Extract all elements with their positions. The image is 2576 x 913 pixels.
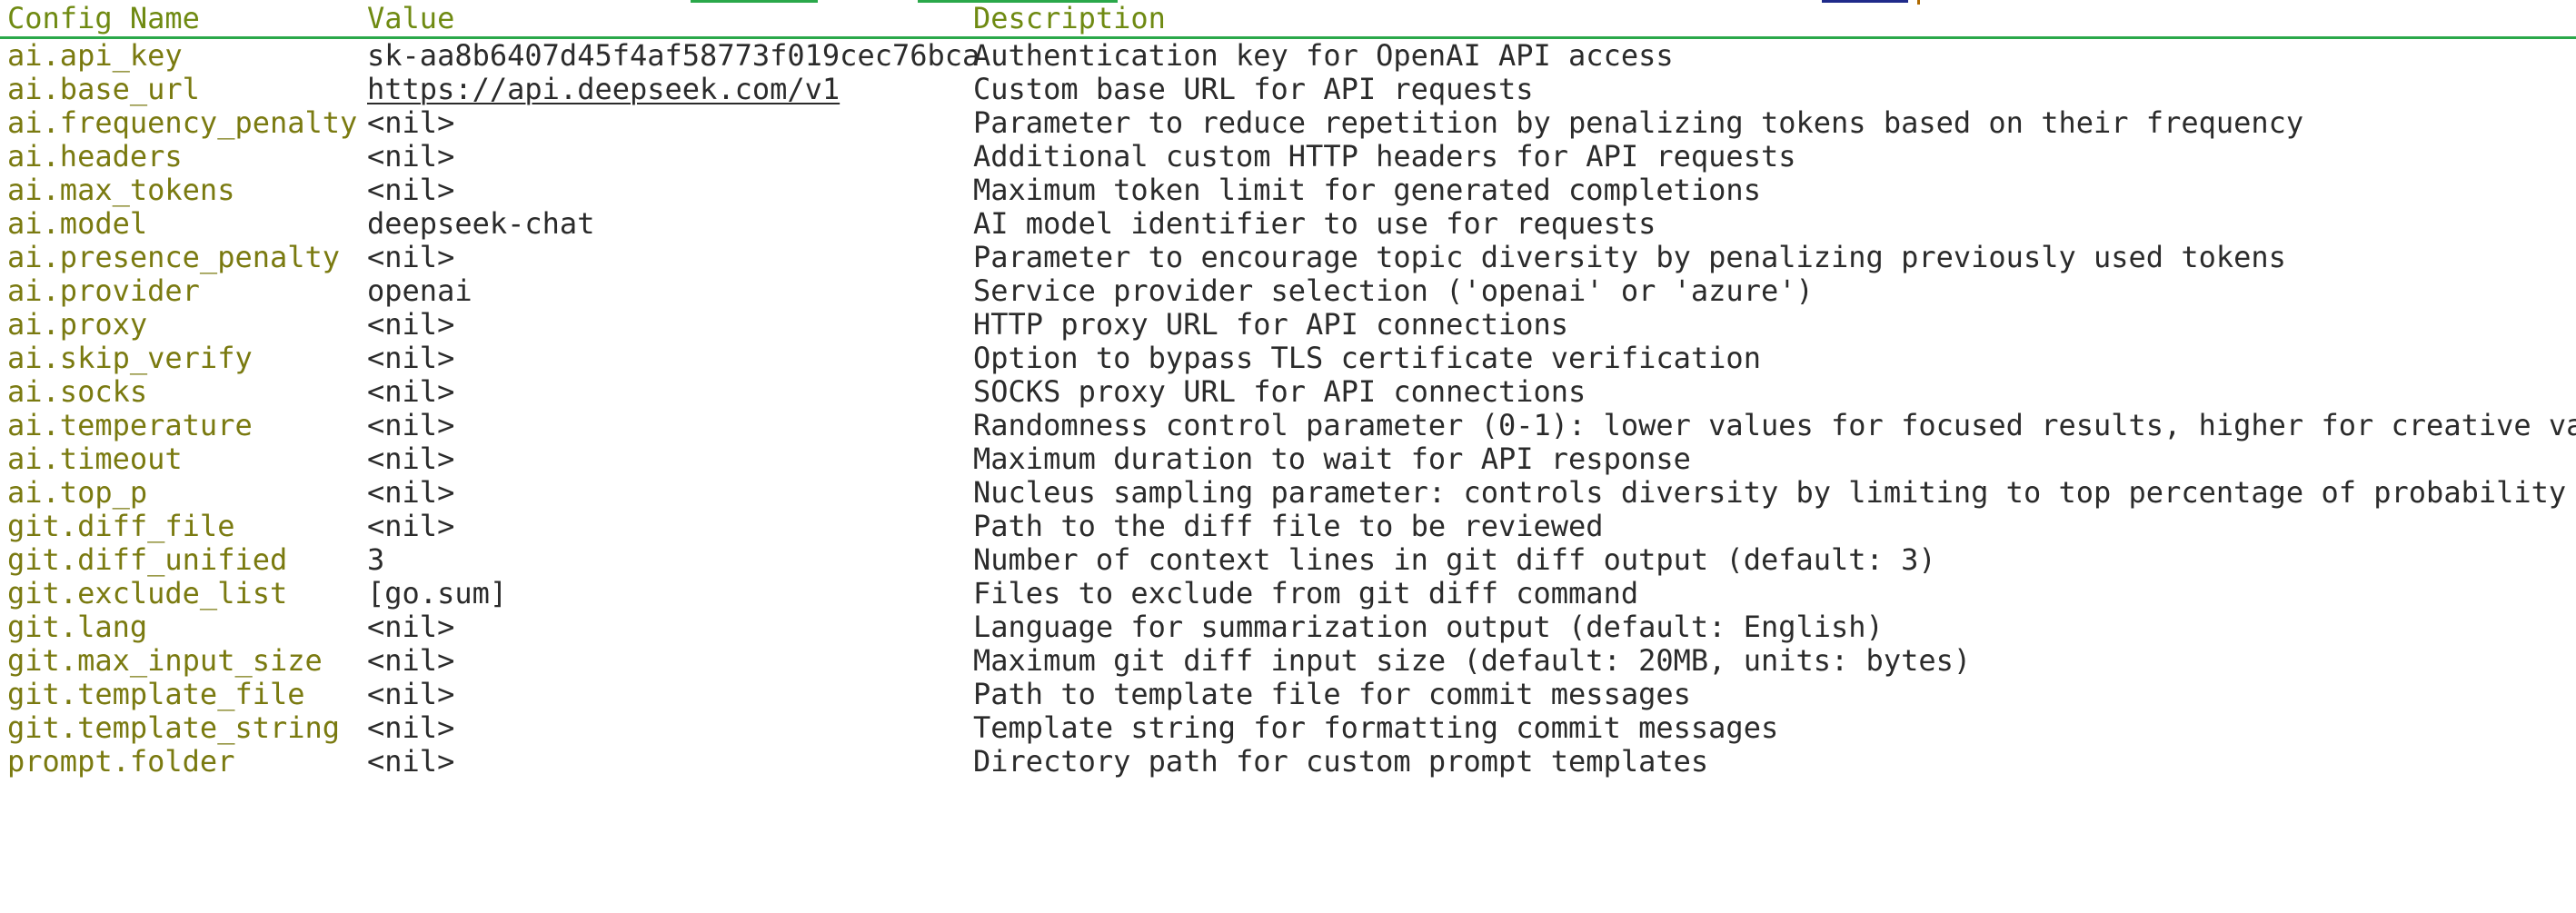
- config-value-cell: [go.sum]: [367, 576, 508, 610]
- config-name-cell: ai.model: [7, 206, 148, 241]
- config-description-cell: Number of context lines in git diff outp…: [973, 542, 1936, 577]
- config-name-cell: ai.top_p: [7, 475, 148, 510]
- header-config-name: Config Name: [7, 1, 200, 35]
- table-row: git.exclude_list [go.sum] Files to exclu…: [0, 577, 2576, 610]
- config-name-cell: git.template_string: [7, 710, 341, 745]
- config-value-cell: deepseek-chat: [367, 206, 595, 241]
- table-row: ai.timeout <nil> Maximum duration to wai…: [0, 442, 2576, 476]
- base-url-link[interactable]: https://api.deepseek.com/v1: [367, 73, 840, 106]
- table-row: git.template_string <nil> Template strin…: [0, 711, 2576, 745]
- table-row: ai.top_p <nil> Nucleus sampling paramete…: [0, 476, 2576, 510]
- config-name-cell: git.lang: [7, 610, 148, 644]
- config-description-cell: AI model identifier to use for requests: [973, 206, 1656, 241]
- table-row: git.diff_file <nil> Path to the diff fil…: [0, 510, 2576, 543]
- config-description-cell: Language for summarization output (defau…: [973, 610, 1884, 644]
- config-value-cell: <nil>: [367, 710, 455, 745]
- config-name-cell: ai.base_url: [7, 72, 200, 106]
- config-table: Config Name Value Description ai.api_key…: [0, 0, 2576, 779]
- header-description: Description: [973, 1, 1166, 35]
- config-value-cell: <nil>: [367, 509, 455, 543]
- config-description-cell: Path to template file for commit message…: [973, 677, 1691, 711]
- config-name-cell: ai.max_tokens: [7, 173, 235, 207]
- config-value-cell: <nil>: [367, 307, 455, 342]
- config-description-cell: Parameter to reduce repetition by penali…: [973, 105, 2304, 140]
- table-row: ai.frequency_penalty <nil> Parameter to …: [0, 106, 2576, 140]
- config-name-cell: ai.api_key: [7, 38, 183, 73]
- config-name-cell: ai.presence_penalty: [7, 240, 341, 274]
- config-name-cell: ai.frequency_penalty: [7, 105, 358, 140]
- config-description-cell: Directory path for custom prompt templat…: [973, 744, 1709, 779]
- table-row: ai.presence_penalty <nil> Parameter to e…: [0, 241, 2576, 274]
- config-name-cell: git.diff_unified: [7, 542, 288, 577]
- config-name-cell: prompt.folder: [7, 744, 235, 779]
- table-row: ai.proxy <nil> HTTP proxy URL for API co…: [0, 308, 2576, 342]
- config-description-cell: Maximum token limit for generated comple…: [973, 173, 1761, 207]
- table-row: git.template_file <nil> Path to template…: [0, 678, 2576, 711]
- config-description-cell: Path to the diff file to be reviewed: [973, 509, 1604, 543]
- config-description-cell: Nucleus sampling parameter: controls div…: [973, 475, 2576, 510]
- config-description-cell: Parameter to encourage topic diversity b…: [973, 240, 2286, 274]
- config-value-cell: <nil>: [367, 408, 455, 442]
- config-value-cell: <nil>: [367, 139, 455, 174]
- config-description-cell: Additional custom HTTP headers for API r…: [973, 139, 1796, 174]
- config-description-cell: Randomness control parameter (0-1): lowe…: [973, 408, 2576, 442]
- config-value-cell: <nil>: [367, 744, 455, 779]
- config-value-cell: <nil>: [367, 643, 455, 678]
- config-name-cell: git.exclude_list: [7, 576, 288, 610]
- config-name-cell: ai.provider: [7, 273, 200, 308]
- config-description-cell: Authentication key for OpenAI API access: [973, 38, 1674, 73]
- config-value-cell: 3: [367, 542, 385, 577]
- config-value-cell: <nil>: [367, 475, 455, 510]
- config-value-cell: <nil>: [367, 610, 455, 644]
- table-row: ai.provider openai Service provider sele…: [0, 274, 2576, 308]
- table-row: git.max_input_size <nil> Maximum git dif…: [0, 644, 2576, 678]
- table-row: ai.headers <nil> Additional custom HTTP …: [0, 140, 2576, 174]
- table-row: ai.skip_verify <nil> Option to bypass TL…: [0, 342, 2576, 375]
- table-row: ai.socks <nil> SOCKS proxy URL for API c…: [0, 375, 2576, 409]
- config-name-cell: git.max_input_size: [7, 643, 323, 678]
- table-row: git.lang <nil> Language for summarizatio…: [0, 610, 2576, 644]
- config-value-cell: <nil>: [367, 341, 455, 375]
- config-description-cell: Maximum duration to wait for API respons…: [973, 442, 1691, 476]
- table-row: ai.api_key sk-aa8b6407d45f4af58773f019ce…: [0, 39, 2576, 73]
- config-description-cell: Service provider selection ('openai' or …: [973, 273, 1814, 308]
- table-row: ai.temperature <nil> Randomness control …: [0, 409, 2576, 442]
- config-value-cell: <nil>: [367, 677, 455, 711]
- config-description-cell: Custom base URL for API requests: [973, 72, 1534, 106]
- table-row: ai.model deepseek-chat AI model identifi…: [0, 207, 2576, 241]
- config-name-cell: git.diff_file: [7, 509, 235, 543]
- config-name-cell: ai.socks: [7, 374, 148, 409]
- config-value-cell: <nil>: [367, 240, 455, 274]
- config-value-cell: openai: [367, 273, 472, 308]
- config-description-cell: Maximum git diff input size (default: 20…: [973, 643, 1972, 678]
- header-value: Value: [367, 1, 455, 35]
- config-description-cell: HTTP proxy URL for API connections: [973, 307, 1569, 342]
- config-description-cell: Files to exclude from git diff command: [973, 576, 1639, 610]
- config-name-cell: ai.temperature: [7, 408, 253, 442]
- config-description-cell: SOCKS proxy URL for API connections: [973, 374, 1586, 409]
- config-value-cell: <nil>: [367, 374, 455, 409]
- config-value-cell: <nil>: [367, 105, 455, 140]
- config-value-cell: <nil>: [367, 442, 455, 476]
- config-name-cell: git.template_file: [7, 677, 305, 711]
- config-name-cell: ai.timeout: [7, 442, 183, 476]
- config-name-cell: ai.headers: [7, 139, 183, 174]
- table-row: git.diff_unified 3 Number of context lin…: [0, 543, 2576, 577]
- table-row: ai.base_url https://api.deepseek.com/v1 …: [0, 73, 2576, 106]
- table-header: Config Name Value Description: [0, 0, 2576, 39]
- config-value-cell: sk-aa8b6407d45f4af58773f019cec76bca: [367, 38, 980, 73]
- table-row: prompt.folder <nil> Directory path for c…: [0, 745, 2576, 779]
- config-name-cell: ai.proxy: [7, 307, 148, 342]
- config-name-cell: ai.skip_verify: [7, 341, 253, 375]
- config-description-cell: Template string for formatting commit me…: [973, 710, 1779, 745]
- config-description-cell: Option to bypass TLS certificate verific…: [973, 341, 1761, 375]
- config-value-cell: <nil>: [367, 173, 455, 207]
- table-row: ai.max_tokens <nil> Maximum token limit …: [0, 174, 2576, 207]
